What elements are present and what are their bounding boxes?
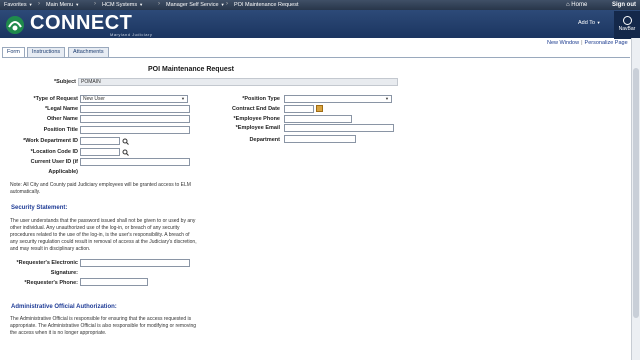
chevron-down-icon: ▼ bbox=[596, 20, 601, 25]
current-user-label: Current User ID (if bbox=[30, 159, 78, 165]
requester-phone-input[interactable] bbox=[80, 278, 148, 286]
tab-form[interactable]: Form bbox=[2, 47, 25, 57]
compass-icon bbox=[622, 16, 632, 25]
position-type-label: *Position Type bbox=[242, 96, 280, 102]
divider bbox=[2, 57, 630, 58]
department-label: Department bbox=[249, 137, 280, 143]
navbar-label: NavBar bbox=[618, 26, 636, 32]
contract-end-label: Contract End Date bbox=[232, 106, 280, 112]
breadcrumb-current[interactable]: POI Maintenance Request bbox=[234, 2, 299, 8]
new-window-link[interactable]: New Window bbox=[547, 40, 579, 46]
main-menu[interactable]: Main Menu ▼ bbox=[46, 2, 79, 8]
chevron-down-icon: ▼ bbox=[385, 96, 389, 101]
legal-name-input[interactable] bbox=[80, 105, 190, 113]
type-of-request-label: *Type of Request bbox=[33, 96, 78, 102]
separator: › bbox=[38, 1, 40, 7]
elm-note: Note: All City and County paid Judiciary… bbox=[10, 182, 191, 195]
separator: › bbox=[158, 1, 160, 7]
employee-email-input[interactable] bbox=[284, 124, 394, 132]
work-department-label: *Work Department ID bbox=[23, 138, 78, 144]
calendar-icon[interactable] bbox=[316, 105, 323, 112]
position-title-label: Position Title bbox=[43, 127, 78, 133]
chevron-down-icon: ▼ bbox=[220, 2, 225, 7]
chevron-down-icon: ▼ bbox=[28, 2, 33, 7]
logo-subtitle: Maryland Judiciary bbox=[110, 32, 153, 37]
subject-field: POMAIN bbox=[78, 78, 398, 86]
page-links: New Window | Personalize Page bbox=[547, 40, 628, 46]
contract-end-input[interactable] bbox=[284, 105, 314, 113]
position-title-input[interactable] bbox=[80, 126, 190, 134]
admin-text: The Administrative Official is responsib… bbox=[10, 316, 197, 336]
employee-phone-label: *Employee Phone bbox=[233, 116, 280, 122]
employee-email-label: *Employee Email bbox=[235, 125, 280, 131]
separator: | bbox=[581, 40, 583, 46]
security-text: The user understands that the password i… bbox=[10, 218, 197, 252]
location-code-input[interactable] bbox=[80, 148, 120, 156]
vertical-scrollbar[interactable] bbox=[631, 38, 640, 360]
favorites-menu[interactable]: Favorites ▼ bbox=[4, 2, 33, 8]
current-user-label-2: Applicable) bbox=[48, 169, 78, 175]
department-input[interactable] bbox=[284, 135, 356, 143]
other-name-input[interactable] bbox=[80, 115, 190, 123]
separator: › bbox=[94, 1, 96, 7]
menu-bar: Favorites ▼ › Main Menu ▼ › HCM Systems ▼ ›… bbox=[0, 0, 640, 10]
requester-phone-label: *Requester's Phone: bbox=[24, 280, 78, 286]
sign-out-link[interactable]: Sign out bbox=[612, 2, 636, 8]
employee-phone-input[interactable] bbox=[284, 115, 352, 123]
navbar-button[interactable]: NavBar bbox=[614, 11, 640, 39]
subject-label: *Subject bbox=[53, 79, 76, 85]
separator: › bbox=[226, 1, 228, 7]
personalize-page-link[interactable]: Personalize Page bbox=[585, 40, 628, 46]
search-icon[interactable] bbox=[122, 138, 129, 145]
position-type-select[interactable]: ▼ bbox=[284, 95, 392, 103]
type-of-request-select[interactable]: New User ▼ bbox=[80, 95, 188, 103]
work-department-input[interactable] bbox=[80, 137, 120, 145]
security-heading: Security Statement: bbox=[11, 205, 68, 211]
breadcrumb-mss[interactable]: Manager Self Service ▼ bbox=[166, 2, 225, 8]
connect-logo-icon bbox=[6, 16, 24, 34]
requester-signature-label-2: Signature: bbox=[50, 270, 78, 276]
current-user-input[interactable] bbox=[80, 158, 190, 166]
tab-instructions[interactable]: Instructions bbox=[27, 47, 66, 57]
add-to-menu[interactable]: Add To ▼ bbox=[578, 20, 601, 26]
admin-heading: Administrative Official Authorization: bbox=[11, 304, 117, 310]
other-name-label: Other Name bbox=[46, 116, 78, 122]
scroll-thumb[interactable] bbox=[633, 68, 639, 318]
chevron-down-icon: ▼ bbox=[181, 96, 185, 101]
home-link[interactable]: ⌂ Home bbox=[566, 2, 587, 8]
legal-name-label: *Legal Name bbox=[44, 106, 78, 112]
chevron-down-icon: ▼ bbox=[139, 2, 144, 7]
requester-signature-label: *Requester's Electronic bbox=[16, 260, 78, 266]
search-icon[interactable] bbox=[122, 149, 129, 156]
home-icon: ⌂ bbox=[566, 2, 570, 8]
page-title: POI Maintenance Request bbox=[148, 66, 234, 73]
chevron-down-icon: ▼ bbox=[75, 2, 80, 7]
requester-signature-input[interactable] bbox=[80, 259, 190, 267]
breadcrumb-hcm[interactable]: HCM Systems ▼ bbox=[102, 2, 143, 8]
header-banner: CONNECT Maryland Judiciary bbox=[0, 10, 640, 38]
tab-attachments[interactable]: Attachments bbox=[68, 47, 109, 57]
location-code-label: *Location Code ID bbox=[30, 149, 78, 155]
